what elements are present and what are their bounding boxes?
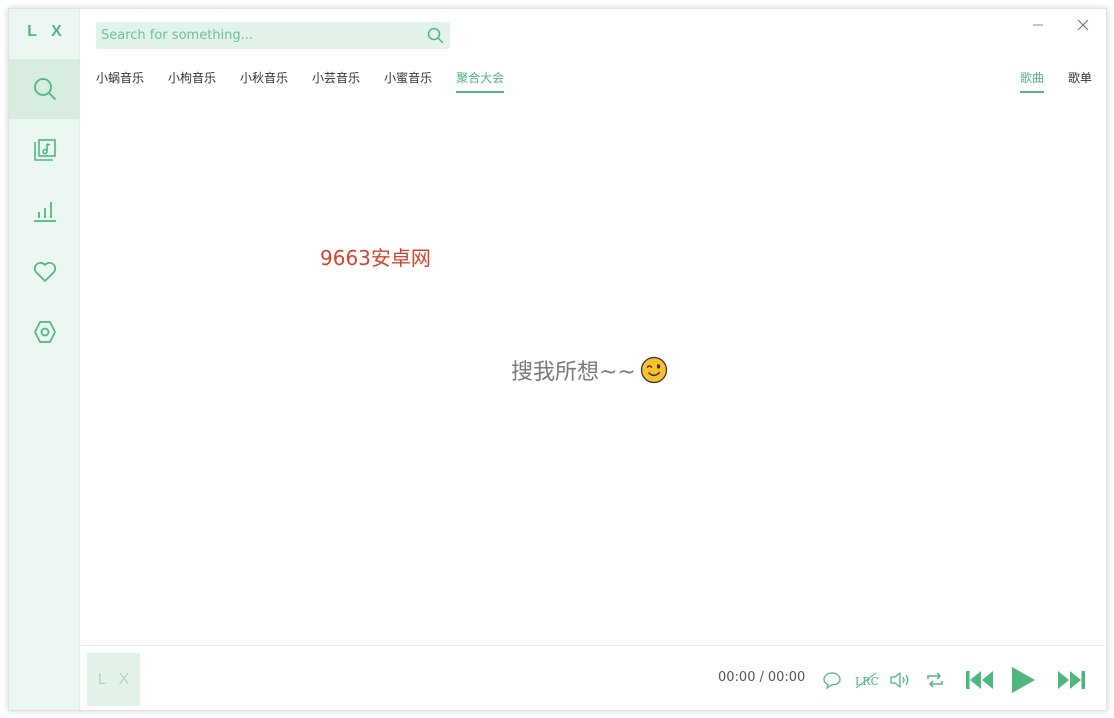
repeat-button[interactable] [922, 668, 948, 692]
lyrics-icon: LRC [855, 672, 878, 689]
repeat-icon [927, 672, 943, 688]
wink-emoji-icon [640, 356, 668, 384]
search-bar [96, 22, 450, 49]
empty-state-message: 搜我所想~~ [511, 360, 636, 385]
sidebar-item-charts[interactable] [9, 181, 80, 241]
sidebar-item-search[interactable] [9, 59, 80, 119]
sidebar-item-settings[interactable] [9, 302, 80, 362]
previous-button[interactable] [963, 665, 997, 695]
tab-source-1[interactable]: 小蜗音乐 [96, 69, 144, 93]
search-input[interactable] [96, 28, 420, 43]
search-icon [33, 78, 56, 100]
current-time: 00:00 [718, 670, 756, 685]
total-time: 00:00 [767, 670, 806, 685]
tab-source-3[interactable]: 小秋音乐 [240, 69, 288, 93]
next-button[interactable] [1054, 665, 1088, 695]
close-button[interactable] [1071, 15, 1095, 35]
previous-icon [966, 671, 993, 689]
player-bar: L X 00:00 / 00:00 LRC [80, 645, 1106, 710]
tab-songs[interactable]: 歌曲 [1019, 69, 1044, 93]
minimize-icon [1033, 24, 1043, 26]
tab-source-4[interactable]: 小芸音乐 [312, 69, 360, 93]
time-separator: / [759, 670, 764, 685]
app-logo: L X [27, 23, 67, 40]
type-tabs: 歌曲 歌单 [996, 69, 1092, 93]
watermark-text: 9663安卓网 [320, 246, 431, 270]
source-tabs: 小蜗音乐 小枸音乐 小秋音乐 小芸音乐 小蜜音乐 聚合大会 [96, 69, 528, 93]
comment-button[interactable] [820, 668, 844, 692]
sidebar-item-library[interactable] [9, 120, 80, 180]
comment-icon [823, 672, 841, 690]
play-button[interactable] [1008, 663, 1038, 697]
heart-icon [33, 261, 56, 282]
close-icon [1077, 19, 1089, 31]
volume-icon [890, 672, 909, 688]
minimize-button[interactable] [1026, 15, 1050, 35]
search-submit-button[interactable] [420, 22, 450, 49]
tab-source-2[interactable]: 小枸音乐 [168, 69, 216, 93]
album-cover[interactable]: L X [87, 653, 140, 706]
tab-source-5[interactable]: 小蜜音乐 [384, 69, 432, 93]
playback-time: 00:00 / 00:00 [718, 670, 805, 685]
play-icon [1012, 667, 1035, 693]
app-window: L X 小蜗音乐 小枸音乐 小秋音乐 小芸音乐 小蜜 [8, 8, 1107, 711]
tab-playlists[interactable]: 歌单 [1068, 69, 1092, 93]
settings-icon [33, 321, 56, 343]
music-library-icon [33, 139, 56, 161]
sidebar-item-favorites[interactable] [9, 242, 80, 302]
next-icon [1058, 671, 1085, 689]
empty-state: 搜我所想~~ [511, 354, 668, 386]
lyrics-button[interactable]: LRC [853, 668, 879, 692]
volume-button[interactable] [887, 668, 913, 692]
search-icon [427, 27, 443, 44]
chart-icon [33, 202, 56, 222]
tab-source-aggregate[interactable]: 聚合大会 [456, 69, 505, 93]
sidebar: L X [9, 9, 80, 710]
